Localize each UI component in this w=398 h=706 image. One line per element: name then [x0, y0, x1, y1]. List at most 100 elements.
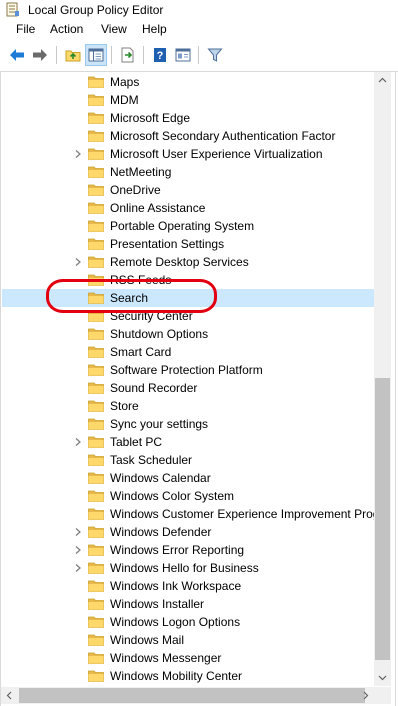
toolbar-separator	[143, 46, 144, 64]
tree-node-label: Windows Defender	[110, 525, 212, 539]
folder-icon	[88, 130, 104, 142]
toolbar-separator	[111, 46, 112, 64]
tree-node-label: Tablet PC	[110, 435, 163, 449]
tree-node-label: Software Protection Platform	[110, 363, 263, 377]
folder-icon	[88, 580, 104, 592]
folder-icon	[88, 238, 104, 250]
folder-icon	[88, 256, 104, 268]
tree-node[interactable]: Presentation Settings	[2, 235, 375, 253]
tree-node[interactable]: Microsoft Secondary Authentication Facto…	[2, 127, 375, 145]
tree-node[interactable]: Microsoft Edge	[2, 109, 375, 127]
folder-icon	[88, 562, 104, 574]
back-icon	[10, 49, 24, 61]
vertical-scrollbar[interactable]	[374, 72, 391, 686]
tree-node-label: Sync your settings	[110, 417, 209, 431]
scroll-down-arrow-icon[interactable]	[374, 669, 391, 686]
properties-pane-button[interactable]	[172, 44, 194, 66]
tree-node[interactable]: Windows Error Reporting	[2, 541, 375, 559]
folder-icon	[88, 148, 104, 160]
horizontal-scrollbar[interactable]	[1, 687, 374, 704]
tree-node-label: Presentation Settings	[110, 237, 225, 251]
tree-node[interactable]: Sound Recorder	[2, 379, 375, 397]
menu-view[interactable]: View	[101, 22, 127, 36]
tree-node-label: Task Scheduler	[110, 453, 193, 467]
tree-node[interactable]: Windows Calendar	[2, 469, 375, 487]
folder-icon	[88, 634, 104, 646]
tree-node-label: Sound Recorder	[110, 381, 198, 395]
tree-node[interactable]: Windows Mail	[2, 631, 375, 649]
expand-chevron-icon[interactable]	[74, 564, 82, 572]
folder-icon	[88, 184, 104, 196]
tree-node[interactable]: Tablet PC	[2, 433, 375, 451]
horizontal-scroll-thumb[interactable]	[19, 688, 365, 703]
tree-node[interactable]: Windows Hello for Business	[2, 559, 375, 577]
tree-node[interactable]: Smart Card	[2, 343, 375, 361]
tree-node[interactable]: Windows Defender	[2, 523, 375, 541]
tree-node-label: Windows Mail	[110, 633, 185, 647]
scroll-right-arrow-icon[interactable]	[357, 687, 374, 704]
folder-icon	[88, 346, 104, 358]
folder-icon	[88, 400, 104, 412]
folder-icon	[88, 364, 104, 376]
folder-icon	[88, 202, 104, 214]
menu-bar: File Action View Help	[0, 20, 398, 40]
expand-chevron-icon[interactable]	[74, 528, 82, 536]
show-hide-console-tree-button[interactable]	[85, 44, 107, 66]
tree-node[interactable]: Remote Desktop Services	[2, 253, 375, 271]
tree-node-label: Windows Ink Workspace	[110, 579, 242, 593]
tree-node[interactable]: Sync your settings	[2, 415, 375, 433]
tree-node[interactable]: Windows Logon Options	[2, 613, 375, 631]
tree-node[interactable]: Windows Customer Experience Improvement …	[2, 505, 375, 523]
tree-node[interactable]: Task Scheduler	[2, 451, 375, 469]
console-tree[interactable]: Maps MDM Microsoft Edge Microsoft Secondary…	[2, 72, 375, 686]
expand-chevron-icon[interactable]	[74, 150, 82, 158]
forward-button[interactable]	[29, 44, 51, 66]
folder-icon	[88, 472, 104, 484]
export-list-button[interactable]	[117, 44, 139, 66]
menu-action[interactable]: Action	[50, 22, 83, 36]
tree-node[interactable]: Online Assistance	[2, 199, 375, 217]
folder-icon	[88, 436, 104, 448]
scroll-left-arrow-icon[interactable]	[1, 687, 18, 704]
tree-node[interactable]: Shutdown Options	[2, 325, 375, 343]
tree-node[interactable]: Windows Mobility Center	[2, 667, 375, 685]
tree-node[interactable]: Windows Installer	[2, 595, 375, 613]
back-button[interactable]	[6, 44, 28, 66]
tree-node[interactable]: Maps	[2, 73, 375, 91]
tree-node[interactable]: Store	[2, 397, 375, 415]
tree-node[interactable]: Microsoft User Experience Virtualization	[2, 145, 375, 163]
tree-node[interactable]: Windows Color System	[2, 487, 375, 505]
tree-node-label: Microsoft User Experience Virtualization	[110, 147, 323, 161]
tree-node[interactable]: Windows Messenger	[2, 649, 375, 667]
expand-chevron-icon[interactable]	[74, 438, 82, 446]
tree-node[interactable]: OneDrive	[2, 181, 375, 199]
properties-pane-icon	[175, 48, 191, 62]
folder-icon	[88, 454, 104, 466]
up-folder-icon	[65, 50, 81, 62]
tree-node-label: Windows Error Reporting	[110, 543, 245, 557]
tree-node-label: MDM	[110, 93, 139, 107]
folder-icon	[88, 382, 104, 394]
tree-node[interactable]: Software Protection Platform	[2, 361, 375, 379]
tree-node-label: Windows Messenger	[110, 651, 222, 665]
help-button[interactable]: ?	[149, 44, 171, 66]
filter-button[interactable]	[204, 44, 226, 66]
folder-icon	[88, 94, 104, 106]
tree-node-label: Windows Calendar	[110, 471, 211, 485]
tree-node[interactable]: Portable Operating System	[2, 217, 375, 235]
scroll-up-arrow-icon[interactable]	[374, 72, 391, 89]
tree-node[interactable]: NetMeeting	[2, 163, 375, 181]
tree-node-label: Microsoft Edge	[110, 111, 191, 125]
vertical-scroll-thumb[interactable]	[375, 378, 390, 660]
toolbar-separator	[198, 46, 199, 64]
tree-node[interactable]: MDM	[2, 91, 375, 109]
tree-node-label: Online Assistance	[110, 201, 206, 215]
menu-file[interactable]: File	[16, 22, 35, 36]
expand-chevron-icon[interactable]	[74, 258, 82, 266]
tree-node[interactable]: Windows Ink Workspace	[2, 577, 375, 595]
folder-icon	[88, 418, 104, 430]
tree-node-label: Windows Logon Options	[110, 615, 241, 629]
menu-help[interactable]: Help	[142, 22, 167, 36]
expand-chevron-icon[interactable]	[74, 546, 82, 554]
up-one-level-button[interactable]	[62, 44, 84, 66]
